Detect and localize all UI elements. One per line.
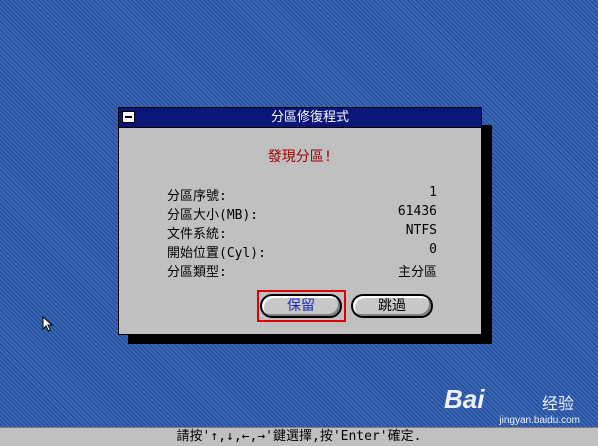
partition-repair-dialog: 分區修復程式 發現分區! 分區序號: 1 分區大小(MB): 61436 文件系… [118, 107, 482, 335]
field-label: 開始位置(Cyl): [167, 246, 266, 261]
field-start-position: 開始位置(Cyl): 0 [167, 242, 437, 261]
field-value: 1 [429, 185, 437, 200]
system-menu-icon[interactable] [122, 111, 135, 123]
field-partition-type: 分區類型: 主分區 [167, 261, 437, 280]
dialog-title: 分區修復程式 [270, 110, 349, 125]
keep-button[interactable]: 保留 [260, 294, 342, 318]
field-file-system: 文件系統: NTFS [167, 223, 437, 242]
dialog-titlebar: 分區修復程式 [119, 108, 481, 128]
field-value: NTFS [405, 223, 437, 238]
field-value: 0 [429, 242, 437, 257]
field-label: 分區序號: [167, 189, 227, 204]
field-partition-size: 分區大小(MB): 61436 [167, 204, 437, 223]
found-partition-message: 發現分區! [267, 149, 333, 165]
watermark-brand-cn: 经验 [542, 394, 575, 413]
baidu-jingyan-watermark: Bai 经验 jingyan.baidu.com [444, 380, 584, 426]
field-label: 分區類型: [167, 265, 227, 280]
skip-button[interactable]: 跳過 [351, 294, 433, 318]
watermark-brand: Bai [444, 384, 485, 414]
field-label: 文件系統: [167, 227, 227, 242]
watermark-url: jingyan.baidu.com [499, 415, 580, 426]
field-value: 主分區 [397, 265, 437, 280]
status-bar-hint: 請按'↑,↓,←,→'鍵選擇,按'Enter'確定. [0, 427, 598, 446]
field-label: 分區大小(MB): [167, 208, 259, 223]
field-partition-number: 分區序號: 1 [167, 185, 437, 204]
field-value: 61436 [397, 204, 437, 219]
mouse-pointer-icon [42, 316, 54, 332]
